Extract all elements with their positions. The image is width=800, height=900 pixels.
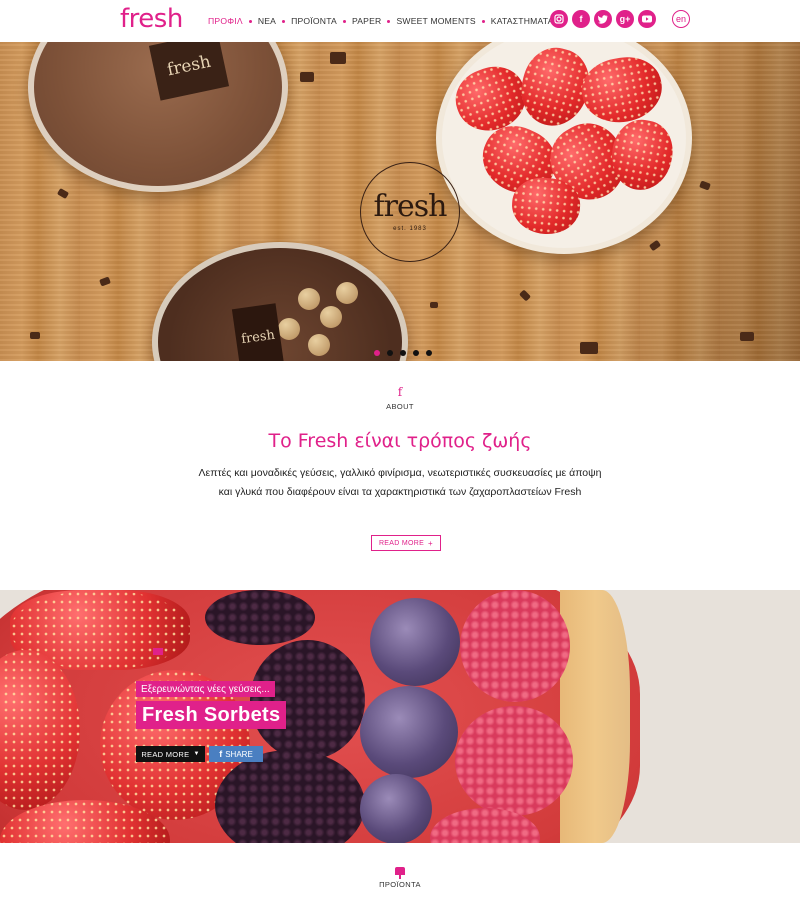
slider-dot-5[interactable]: [426, 350, 432, 356]
nav-item-news[interactable]: ΝΕΑ: [258, 16, 276, 26]
twitter-icon[interactable]: [594, 10, 612, 28]
fresh-logo[interactable]: fresh: [120, 4, 183, 34]
about-title: Το Fresh είναι τρόπος ζωής: [268, 430, 532, 452]
facebook-share-button[interactable]: f SHARE: [209, 746, 263, 762]
about-text: Λεπτές και μοναδικές γεύσεις, γαλλικό φι…: [198, 467, 602, 498]
sorbets-banner: [0, 590, 800, 843]
site-header: fresh ΠΡΟΦΙΛ ΝΕΑ ΠΡΟΪΟΝΤΑ PAPER SWEET MO…: [0, 0, 800, 42]
nav-separator: [387, 19, 391, 23]
caret-down-icon: ▼: [193, 751, 200, 757]
nav-item-profile[interactable]: ΠΡΟΦΙΛ: [208, 16, 243, 26]
youtube-icon[interactable]: [638, 10, 656, 28]
fresh-patisserie-stamp: fresh est. 1983: [360, 162, 460, 262]
nav-separator: [342, 19, 346, 23]
nav-separator: [248, 19, 252, 23]
nav-item-paper[interactable]: PAPER: [352, 16, 382, 26]
plus-icon: +: [428, 538, 434, 548]
cake-stand-icon: [395, 867, 405, 879]
nav-item-products[interactable]: ΠΡΟΪΟΝΤΑ: [291, 16, 337, 26]
nav-separator: [282, 19, 286, 23]
bowl-tag: fresh: [231, 303, 285, 361]
nav-item-sweet-moments[interactable]: SWEET MOMENTS: [396, 16, 475, 26]
slider-dots: [374, 350, 432, 356]
banner-title: Fresh Sorbets: [136, 701, 287, 729]
read-more-label: READ MORE: [141, 749, 190, 759]
share-label: SHARE: [225, 749, 253, 759]
instagram-icon[interactable]: [550, 10, 568, 28]
facebook-icon[interactable]: f: [572, 10, 590, 28]
about-read-more-button[interactable]: READ MORE +: [371, 535, 441, 551]
hero-slider: fresh fresh fresh est. 1983: [0, 42, 800, 361]
google-plus-icon[interactable]: g+: [616, 10, 634, 28]
banner-accent-mark: [153, 648, 163, 655]
slider-dot-2[interactable]: [387, 350, 393, 356]
stamp-subtitle: est. 1983: [393, 226, 427, 232]
slider-dot-4[interactable]: [413, 350, 419, 356]
products-label: ΠΡΟΪΟΝΤΑ: [379, 880, 421, 889]
facebook-icon: f: [219, 749, 223, 759]
nav-separator: [481, 19, 485, 23]
language-switch[interactable]: en: [672, 10, 690, 28]
tart-crust: [560, 590, 630, 843]
about-label: ABOUT: [386, 402, 414, 411]
banner-kicker: Εξερευνώντας νέες γεύσεις...: [136, 681, 275, 697]
slider-dot-1[interactable]: [374, 350, 380, 356]
banner-read-more-button[interactable]: READ MORE ▼: [136, 746, 205, 762]
stamp-word: fresh: [373, 189, 448, 224]
nav-item-stores[interactable]: ΚΑΤΑΣΤΗΜΑΤΑ: [491, 16, 554, 26]
social-links: f g+: [550, 10, 656, 28]
read-more-label: READ MORE: [378, 539, 425, 547]
slider-dot-3[interactable]: [400, 350, 406, 356]
fresh-f-icon: f: [397, 385, 403, 399]
chocolate-tag: fresh: [148, 42, 230, 101]
main-nav: ΠΡΟΦΙΛ ΝΕΑ ΠΡΟΪΟΝΤΑ PAPER SWEET MOMENTS …: [208, 14, 554, 28]
